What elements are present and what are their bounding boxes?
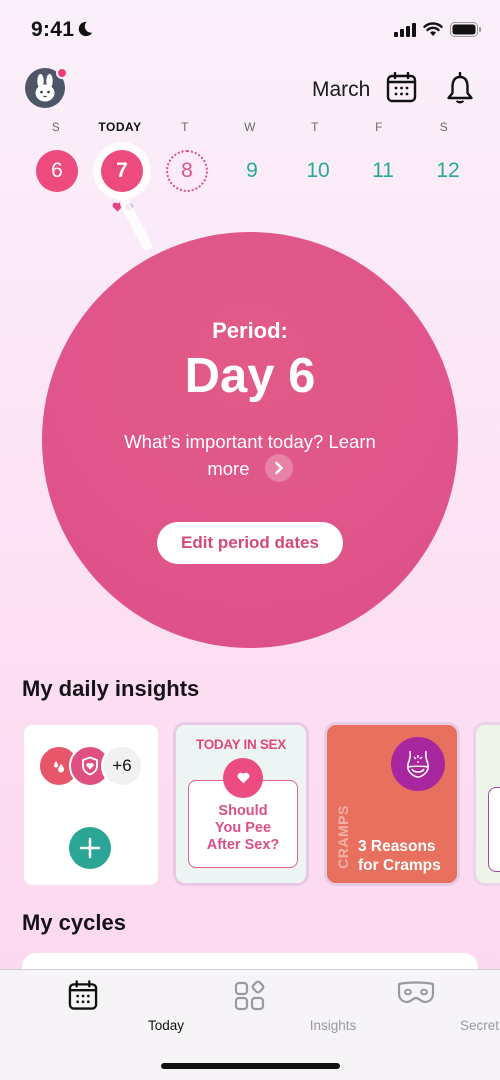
plus-icon: [79, 837, 101, 859]
status-bar: 9:41: [0, 0, 500, 60]
insight-tag: CRAMPS: [335, 805, 351, 869]
tab-today[interactable]: Today: [0, 970, 184, 1050]
home-indicator[interactable]: [161, 1063, 340, 1069]
heart-icon: [237, 772, 249, 784]
tab-label: Secret Chats: [459, 1018, 500, 1033]
learn-more-button[interactable]: [264, 454, 293, 483]
moon-icon: [78, 21, 93, 37]
heart-badge: [223, 758, 263, 798]
more-symptoms-count: +6: [101, 745, 143, 787]
abdomen-badge: [391, 737, 445, 791]
abdomen-icon: [407, 750, 429, 778]
add-symptom-button[interactable]: [69, 827, 111, 869]
insight-title-line: After Sex?: [206, 837, 280, 853]
chevron-right-icon: [274, 461, 283, 475]
calendar-icon: [68, 980, 98, 1010]
bell-icon[interactable]: [446, 72, 474, 106]
insight-title-line: for Cramps: [358, 857, 441, 874]
period-day-label: Day 6: [184, 349, 316, 403]
insight-title-line: You Pee: [214, 820, 272, 836]
log-symptoms-card[interactable]: +6: [24, 725, 158, 885]
notification-dot: [56, 67, 68, 79]
day-8-predicted[interactable]: 8: [166, 150, 208, 192]
insight-card-partial[interactable]: [473, 722, 500, 886]
profile-avatar[interactable]: [25, 67, 68, 108]
tab-insights[interactable]: Insights: [167, 970, 356, 1050]
calendar-icon[interactable]: [386, 72, 417, 103]
drops-icon: [54, 761, 64, 773]
insight-question-box: [488, 787, 500, 872]
my-cycles-title: My cycles: [22, 910, 126, 935]
daily-insights-title: My daily insights: [22, 676, 200, 701]
shield-heart-icon: [82, 756, 98, 776]
insight-card-cramps[interactable]: CRAMPS 3 Reasons for Cramps: [324, 722, 460, 886]
learn-more-text-line1: What’s important today? Learn: [124, 431, 376, 452]
status-icons: [394, 22, 482, 37]
mask-icon: [397, 981, 435, 1004]
grid-icon: [234, 980, 265, 1011]
battery-icon: [450, 22, 481, 37]
insights-carousel[interactable]: +6 TODAY IN SEX Should You Pee After Sex…: [0, 722, 500, 888]
day-7-today[interactable]: 7: [101, 150, 143, 192]
insight-title: Should You Pee After Sex?: [189, 803, 297, 854]
insight-title-line: 3 Reasons: [358, 838, 436, 855]
insight-title-line: Should: [218, 803, 268, 819]
signal-icon: [394, 22, 416, 37]
day-6-period[interactable]: 6: [36, 150, 78, 192]
week-strip: S TODAY T W T F S 6 7 8 9 10 11 12: [0, 120, 500, 220]
day-10[interactable]: 10: [297, 150, 339, 192]
edit-period-dates-button[interactable]: Edit period dates: [157, 522, 343, 564]
learn-more-link[interactable]: What’s important today? Learn more: [100, 428, 400, 483]
tab-secret-chats[interactable]: Secret Chats: [333, 970, 500, 1050]
insight-tag: TODAY IN SEX: [196, 737, 286, 752]
weekday-label: S: [439, 120, 449, 134]
insight-card-today-in-sex[interactable]: TODAY IN SEX Should You Pee After Sex?: [173, 722, 309, 886]
insight-title: 3 Reasons for Cramps: [358, 837, 441, 875]
period-label: Period:: [212, 318, 288, 343]
learn-more-text-line2: more: [207, 458, 250, 479]
month-label[interactable]: March: [312, 78, 370, 102]
period-status-circle: Period: Day 6 What’s important today? Le…: [42, 232, 458, 648]
status-time: 9:41: [31, 18, 75, 41]
day-12[interactable]: 12: [427, 150, 469, 192]
day-11[interactable]: 11: [362, 150, 404, 192]
day-9[interactable]: 9: [231, 150, 273, 192]
wifi-icon: [423, 22, 443, 36]
